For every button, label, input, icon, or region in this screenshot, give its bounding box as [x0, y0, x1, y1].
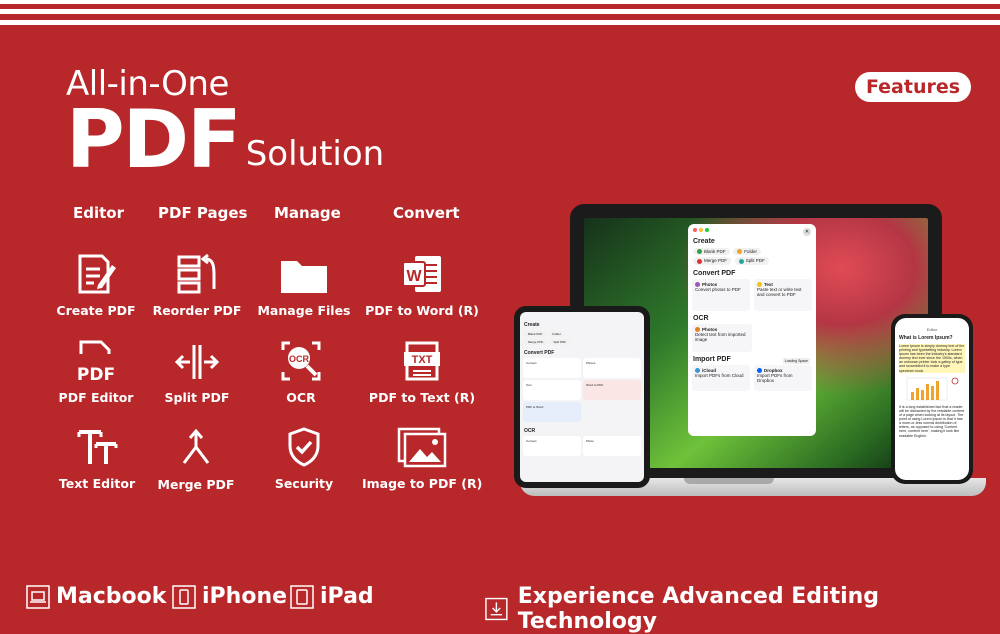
- tagline: Experience Advanced Editing Technology: [485, 584, 1000, 634]
- feature-label: Image to PDF (R): [362, 476, 483, 491]
- download-icon: [485, 597, 508, 621]
- txt-file-icon: TXT: [362, 332, 482, 382]
- platform-macbook: Macbook: [26, 584, 166, 609]
- feature-ocr[interactable]: OCR OCR: [241, 332, 361, 405]
- platform-iphone: iPhone: [172, 584, 287, 609]
- chart-image: [906, 377, 959, 400]
- mac-ocr-title: OCR: [693, 314, 709, 322]
- tablet-icon: [290, 584, 314, 609]
- feature-manage-files[interactable]: Manage Files: [244, 245, 364, 318]
- mac-import-dropbox[interactable]: Dropbox Import PDFs from Dropbox Loading S…: [754, 357, 812, 391]
- platform-ipad: iPad: [290, 584, 374, 609]
- top-stripe-2: [0, 9, 1000, 14]
- ipad-item[interactable]: Text: [523, 380, 581, 400]
- merge-icon: [136, 419, 256, 469]
- features-badge: Features: [855, 72, 971, 102]
- feature-label: Reorder PDF: [152, 303, 242, 318]
- feature-label: PDF to Word (R): [365, 303, 479, 318]
- ipad-ocr-item[interactable]: Convert: [523, 436, 581, 456]
- feature-label: Security: [274, 476, 334, 491]
- column-manage: Manage: [274, 204, 341, 222]
- ocr-icon-text: OCR: [289, 354, 310, 364]
- feature-pdf-to-text[interactable]: TXT PDF to Text (R): [362, 332, 482, 405]
- mac-convert-title: Convert PDF: [693, 269, 736, 277]
- top-stripe-1: [0, 0, 1000, 4]
- ipad-item[interactable]: Photos: [583, 358, 641, 378]
- mac-create-title: Create: [693, 238, 715, 245]
- ipad-chip[interactable]: Split PDF: [549, 339, 571, 345]
- iphone-device: Editor What is Lorem Ipsum? Lorem Ipsum …: [891, 314, 973, 484]
- headline: All-in-One PDF Solution: [66, 64, 384, 180]
- laptop-icon: [26, 584, 50, 609]
- chip-folder[interactable]: Folder: [733, 248, 761, 256]
- iphone-para2: It is a long established fact that a rea…: [899, 404, 965, 438]
- ipad-chip[interactable]: Merge PDF: [524, 339, 548, 345]
- ipad-convert-title: Convert PDF: [524, 350, 555, 356]
- platform-label: Macbook: [56, 584, 167, 609]
- split-icon: [137, 332, 257, 382]
- headline-solution: Solution: [245, 134, 385, 174]
- ipad-device: Create Blank PDF Folder Merge PDF Split PD…: [514, 306, 650, 488]
- ipad-chip[interactable]: Blank PDF: [524, 331, 547, 337]
- chip-split-pdf[interactable]: Split PDF: [734, 257, 769, 265]
- ipad-create-title: Create: [524, 322, 540, 328]
- feature-split-pdf[interactable]: Split PDF: [137, 332, 257, 405]
- chip-blank-pdf[interactable]: Blank PDF: [693, 248, 730, 256]
- column-pdf-pages: PDF Pages: [158, 204, 248, 222]
- close-icon[interactable]: ✕: [803, 228, 811, 236]
- platform-label: iPad: [320, 584, 374, 609]
- mac-app-window: ✕ Create Blank PDF Folder Merge PDF Spli…: [688, 224, 816, 436]
- iphone-screen: Editor What is Lorem Ipsum? Lorem Ipsum …: [895, 318, 969, 480]
- feature-security[interactable]: Security: [244, 418, 364, 491]
- ipad-ocr-title: OCR: [524, 428, 536, 434]
- feature-label: OCR: [286, 390, 316, 405]
- ipad-chip[interactable]: Folder: [548, 331, 565, 337]
- feature-pdf-to-word[interactable]: W PDF to Word (R): [362, 245, 482, 318]
- phone-icon: [172, 584, 196, 609]
- top-stripe-3: [0, 20, 1000, 25]
- folder-icon: [244, 245, 364, 295]
- ocr-icon: OCR: [241, 332, 361, 382]
- feature-label: PDF to Text (R): [368, 390, 476, 405]
- ipad-screen: Create Blank PDF Folder Merge PDF Split PD…: [520, 312, 644, 482]
- feature-label: Manage Files: [257, 303, 351, 318]
- column-editor: Editor: [73, 204, 124, 222]
- pdf-icon-text: PDF: [77, 365, 115, 382]
- word-icon-letter: W: [406, 268, 422, 285]
- macbook-notch: [684, 478, 774, 484]
- mac-import-icloud[interactable]: iCloud Import PDFs from Cloud: [692, 364, 750, 391]
- headline-pdf: PDF: [66, 93, 242, 186]
- ipad-item[interactable]: Word to PDF: [583, 380, 641, 400]
- txt-icon-text: TXT: [412, 354, 433, 366]
- image-icon: [362, 418, 482, 468]
- iphone-heading: What is Lorem Ipsum?: [899, 335, 953, 341]
- reorder-pdf-icon: [137, 245, 257, 295]
- mac-convert-text[interactable]: Text Paste text or write text and convert…: [754, 278, 812, 311]
- ipad-ocr-item[interactable]: Photo: [583, 436, 641, 456]
- tagline-text: Experience Advanced Editing Technology: [517, 584, 880, 634]
- mac-convert-photos[interactable]: Photos Convert photos to PDF: [692, 278, 750, 311]
- iphone-para1: Lorem Ipsum is simply dummy text of the …: [899, 343, 965, 373]
- feature-label: Split PDF: [164, 390, 230, 405]
- feature-image-to-pdf[interactable]: Image to PDF (R): [362, 418, 482, 491]
- platform-label: iPhone: [202, 584, 288, 609]
- word-icon: W: [362, 245, 482, 295]
- column-convert: Convert: [393, 204, 460, 222]
- ipad-item[interactable]: PDF to Word: [523, 402, 581, 422]
- ipad-item[interactable]: Convert: [523, 358, 581, 378]
- feature-merge-pdf[interactable]: Merge PDF: [136, 419, 256, 492]
- feature-label: Merge PDF: [157, 477, 235, 492]
- loading-badge: Loading Space: [782, 357, 810, 364]
- feature-reorder-pdf[interactable]: Reorder PDF: [137, 245, 257, 318]
- mac-ocr-photos[interactable]: Photos Detect text from imported image: [692, 323, 752, 352]
- shield-icon: [244, 418, 364, 468]
- chip-merge-pdf[interactable]: Merge PDF: [693, 257, 732, 265]
